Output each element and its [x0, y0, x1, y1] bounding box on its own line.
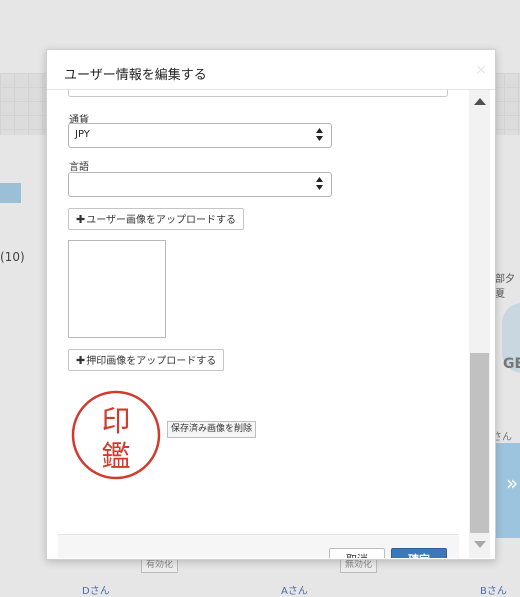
currency-select[interactable]: JPY: [68, 123, 332, 148]
background-blue-tab: [0, 183, 21, 203]
scroll-down-arrow-icon[interactable]: [474, 541, 486, 548]
background-card-glyph: »: [506, 471, 519, 495]
upload-seal-image-label: 押印画像をアップロードする: [86, 356, 217, 367]
modal-scrollbar[interactable]: [469, 90, 490, 558]
delete-saved-image-button[interactable]: 保存済み画像を削除: [167, 421, 257, 438]
confirm-button[interactable]: 確定: [391, 548, 447, 558]
seal-char-1: 印: [101, 404, 130, 438]
background-department-text: 部夕夏: [495, 274, 515, 300]
language-label: 言語: [69, 162, 89, 173]
background-avatar-initials: GE: [503, 356, 520, 372]
modal-footer: 取消 確定: [58, 534, 459, 558]
select-arrows-icon: [316, 177, 323, 190]
modal-title: ユーザー情報を編集する: [64, 68, 207, 83]
scroll-up-arrow-icon[interactable]: [474, 98, 486, 105]
close-icon[interactable]: ×: [475, 62, 487, 78]
currency-select-value: JPY: [75, 129, 90, 140]
language-select[interactable]: [68, 172, 332, 197]
upload-user-image-button[interactable]: ✚ユーザー画像をアップロードする: [68, 208, 245, 230]
edit-user-modal: ユーザー情報を編集する × 通貨 JPY 言語 ✚ユーザー画像をアップロードする: [46, 49, 496, 560]
background-user-name-b: Bさん: [480, 586, 507, 597]
modal-header: ユーザー情報を編集する ×: [47, 50, 495, 90]
select-arrows-icon: [316, 128, 323, 141]
upload-seal-image-button[interactable]: ✚押印画像をアップロードする: [68, 349, 225, 371]
upload-user-image-label: ユーザー画像をアップロードする: [86, 215, 237, 226]
background-count: (10): [0, 250, 25, 264]
plus-icon: ✚: [76, 213, 86, 226]
background-blue-card: »: [492, 443, 520, 538]
background-user-name-d: Dさん: [82, 586, 110, 597]
previous-field-input[interactable]: [68, 90, 448, 97]
cancel-button[interactable]: 取消: [329, 548, 385, 558]
modal-body: 通貨 JPY 言語 ✚ユーザー画像をアップロードする ✚押印画像をアップロードす…: [47, 90, 469, 558]
scrollbar-thumb[interactable]: [470, 353, 489, 533]
background-user-name-a: Aさん: [281, 586, 308, 597]
seal-image: 印 鑑: [71, 390, 161, 480]
seal-char-2: 鑑: [101, 439, 130, 473]
user-image-preview: [68, 240, 166, 338]
plus-icon: ✚: [76, 354, 86, 367]
